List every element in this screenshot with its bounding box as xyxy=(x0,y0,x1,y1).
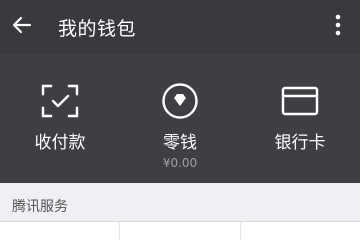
page-title: 我的钱包 xyxy=(58,17,137,40)
back-button[interactable] xyxy=(0,0,44,54)
service-item[interactable] xyxy=(120,222,241,240)
arrow-left-icon xyxy=(12,15,32,39)
more-vertical-icon xyxy=(335,14,341,40)
more-button[interactable] xyxy=(326,0,350,54)
pay-receive-button[interactable]: 收付款 xyxy=(0,54,120,183)
service-item[interactable] xyxy=(241,222,360,240)
scan-pay-icon xyxy=(41,82,79,120)
change-button[interactable]: 零钱 ¥0.00 xyxy=(120,54,240,183)
app-header: 我的钱包 xyxy=(0,0,360,54)
wallet-screen: 我的钱包 收付款 零钱 ¥0.00 银行卡 腾讯服务 xyxy=(0,0,360,240)
bank-card-button[interactable]: 银行卡 xyxy=(240,54,360,183)
services-section-header: 腾讯服务 xyxy=(0,183,360,221)
bank-card-label: 银行卡 xyxy=(274,133,326,153)
wallet-panel: 收付款 零钱 ¥0.00 银行卡 xyxy=(0,54,360,183)
pay-receive-label: 收付款 xyxy=(34,133,86,153)
services-grid xyxy=(0,222,360,240)
change-balance: ¥0.00 xyxy=(162,156,198,170)
change-label: 零钱 xyxy=(163,133,197,153)
service-item[interactable] xyxy=(0,222,121,240)
section-title: 腾讯服务 xyxy=(12,199,68,215)
bank-card-icon xyxy=(281,82,319,120)
change-diamond-icon xyxy=(161,82,199,120)
